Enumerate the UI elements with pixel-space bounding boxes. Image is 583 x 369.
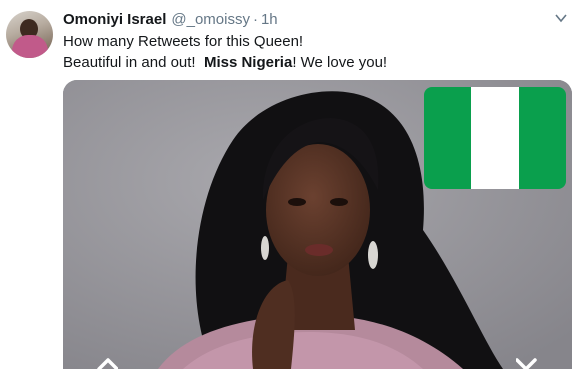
header-separator: · [252,11,258,28]
avatar-body [12,35,48,58]
chevron-left-icon[interactable] [96,350,118,369]
flag-stripe-right [518,87,566,189]
tweet-text-prefix: Beautiful in and out! [63,54,196,71]
tweet-text-suffix: ! We love you! [292,54,388,71]
flag-stripe-middle [471,87,519,189]
tweet-text: How many Retweets for this Queen! Beauti… [63,31,563,73]
avatar[interactable] [6,11,53,58]
flag-stripe-left [424,87,472,189]
chevron-down-icon[interactable] [554,12,568,24]
tweet-media[interactable] [63,80,572,369]
author-handle[interactable]: @_omoissy [171,11,250,28]
tweet-timestamp[interactable]: 1h [261,11,278,28]
tweet-header: Omoniyi Israel @_omoissy · 1h [63,10,543,30]
tweet-text-line-2: Beautiful in and out! Miss Nigeria! We l… [63,52,563,73]
nigeria-flag-icon [424,87,566,189]
tweet-text-line-1: How many Retweets for this Queen! [63,33,304,50]
tweet-text-highlight: Miss Nigeria [203,54,293,71]
author-name[interactable]: Omoniyi Israel [63,11,166,28]
chevron-right-icon[interactable] [516,350,538,369]
